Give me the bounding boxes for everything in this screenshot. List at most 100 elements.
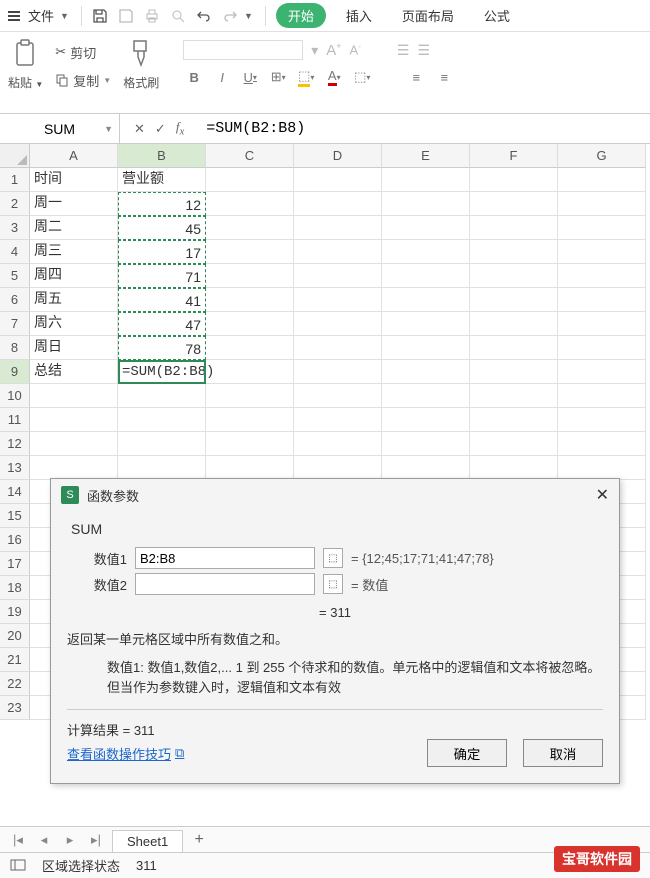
cell[interactable] xyxy=(470,432,558,456)
save-as-icon[interactable] xyxy=(114,4,138,28)
column-header[interactable]: D xyxy=(294,144,382,168)
cell[interactable] xyxy=(382,240,470,264)
cell[interactable] xyxy=(294,408,382,432)
cell[interactable]: 周三 xyxy=(30,240,118,264)
hamburger-icon[interactable] xyxy=(6,7,22,25)
cell[interactable]: 周五 xyxy=(30,288,118,312)
cell[interactable] xyxy=(294,312,382,336)
row-header[interactable]: 12 xyxy=(0,432,30,456)
sheet-tab[interactable]: Sheet1 xyxy=(112,830,183,852)
chevron-down-icon[interactable]: ▼ xyxy=(244,11,253,21)
sheet-nav-first-icon[interactable]: |◂ xyxy=(8,832,28,848)
row-header[interactable]: 20 xyxy=(0,624,30,648)
param1-input[interactable] xyxy=(135,547,315,569)
cell[interactable] xyxy=(294,336,382,360)
column-header[interactable]: F xyxy=(470,144,558,168)
sheet-nav-prev-icon[interactable]: ◂ xyxy=(34,832,54,848)
cell[interactable] xyxy=(470,408,558,432)
cell[interactable] xyxy=(470,168,558,192)
cell[interactable]: 周日 xyxy=(30,336,118,360)
cell[interactable]: 周一 xyxy=(30,192,118,216)
cell[interactable] xyxy=(206,408,294,432)
cell[interactable] xyxy=(294,168,382,192)
undo-icon[interactable] xyxy=(192,4,216,28)
cell[interactable]: 17 xyxy=(118,240,206,264)
bold-button[interactable]: B xyxy=(183,66,205,88)
cell[interactable] xyxy=(118,408,206,432)
row-header[interactable]: 4 xyxy=(0,240,30,264)
cell[interactable] xyxy=(382,288,470,312)
cell[interactable]: 47 xyxy=(118,312,206,336)
cell[interactable]: 78 xyxy=(118,336,206,360)
row-header[interactable]: 7 xyxy=(0,312,30,336)
paste-label[interactable]: 粘贴 ▼ xyxy=(8,74,43,91)
cell[interactable] xyxy=(294,432,382,456)
column-header[interactable]: G xyxy=(558,144,646,168)
cell[interactable] xyxy=(382,432,470,456)
cell[interactable] xyxy=(206,288,294,312)
row-header[interactable]: 14 xyxy=(0,480,30,504)
cell[interactable] xyxy=(558,192,646,216)
cell[interactable] xyxy=(206,336,294,360)
chevron-down-icon[interactable]: ▼ xyxy=(60,11,69,21)
row-header[interactable]: 21 xyxy=(0,648,30,672)
row-header[interactable]: 15 xyxy=(0,504,30,528)
cell[interactable] xyxy=(382,384,470,408)
column-header[interactable]: A xyxy=(30,144,118,168)
cell[interactable] xyxy=(206,192,294,216)
cell[interactable] xyxy=(558,360,646,384)
cell[interactable] xyxy=(558,384,646,408)
menu-file[interactable]: 文件 xyxy=(28,6,54,25)
align-middle-icon[interactable]: ☰ xyxy=(417,42,430,59)
row-header[interactable]: 23 xyxy=(0,696,30,720)
cell[interactable] xyxy=(470,336,558,360)
cell[interactable]: =SUM(B2:B8) xyxy=(118,360,206,384)
cell[interactable] xyxy=(558,168,646,192)
font-color-button[interactable]: A▾ xyxy=(323,66,345,88)
row-header[interactable]: 17 xyxy=(0,552,30,576)
cell[interactable] xyxy=(206,312,294,336)
cell[interactable]: 周二 xyxy=(30,216,118,240)
cell[interactable] xyxy=(382,264,470,288)
save-icon[interactable] xyxy=(88,4,112,28)
range-select-icon[interactable]: ⬚ xyxy=(323,574,343,594)
chevron-down-icon[interactable]: ▼ xyxy=(104,124,113,134)
cell[interactable] xyxy=(206,384,294,408)
row-header[interactable]: 6 xyxy=(0,288,30,312)
cell[interactable] xyxy=(294,192,382,216)
align-left-icon[interactable]: ≡ xyxy=(405,66,427,88)
fx-icon[interactable]: fx xyxy=(176,119,184,138)
cell[interactable] xyxy=(382,192,470,216)
cell[interactable] xyxy=(206,168,294,192)
underline-button[interactable]: U▾ xyxy=(239,66,261,88)
column-header[interactable]: C xyxy=(206,144,294,168)
cell[interactable]: 71 xyxy=(118,264,206,288)
cell[interactable] xyxy=(382,336,470,360)
cell[interactable] xyxy=(382,312,470,336)
row-header[interactable]: 5 xyxy=(0,264,30,288)
cell[interactable] xyxy=(30,384,118,408)
cell[interactable] xyxy=(118,456,206,480)
cell[interactable] xyxy=(30,432,118,456)
cell[interactable] xyxy=(294,360,382,384)
cell[interactable] xyxy=(206,456,294,480)
cell[interactable]: 41 xyxy=(118,288,206,312)
cell[interactable] xyxy=(558,312,646,336)
row-header[interactable]: 22 xyxy=(0,672,30,696)
add-sheet-icon[interactable]: + xyxy=(189,831,209,849)
tab-formula[interactable]: 公式 xyxy=(474,2,520,29)
help-link[interactable]: 查看函数操作技巧 ⧉ xyxy=(67,744,184,763)
row-header[interactable]: 1 xyxy=(0,168,30,192)
close-icon[interactable]: ✕ xyxy=(596,485,609,505)
cell[interactable] xyxy=(294,264,382,288)
cell[interactable] xyxy=(470,240,558,264)
cell[interactable] xyxy=(558,336,646,360)
cell[interactable] xyxy=(558,264,646,288)
cell[interactable] xyxy=(294,384,382,408)
cell[interactable] xyxy=(382,360,470,384)
cell[interactable] xyxy=(470,384,558,408)
name-box[interactable]: ▼ xyxy=(0,114,120,143)
fill-color-button[interactable]: ⬚▾ xyxy=(295,66,317,88)
copy-button[interactable]: 复制 ▼ xyxy=(55,68,111,92)
tab-insert[interactable]: 插入 xyxy=(336,2,382,29)
